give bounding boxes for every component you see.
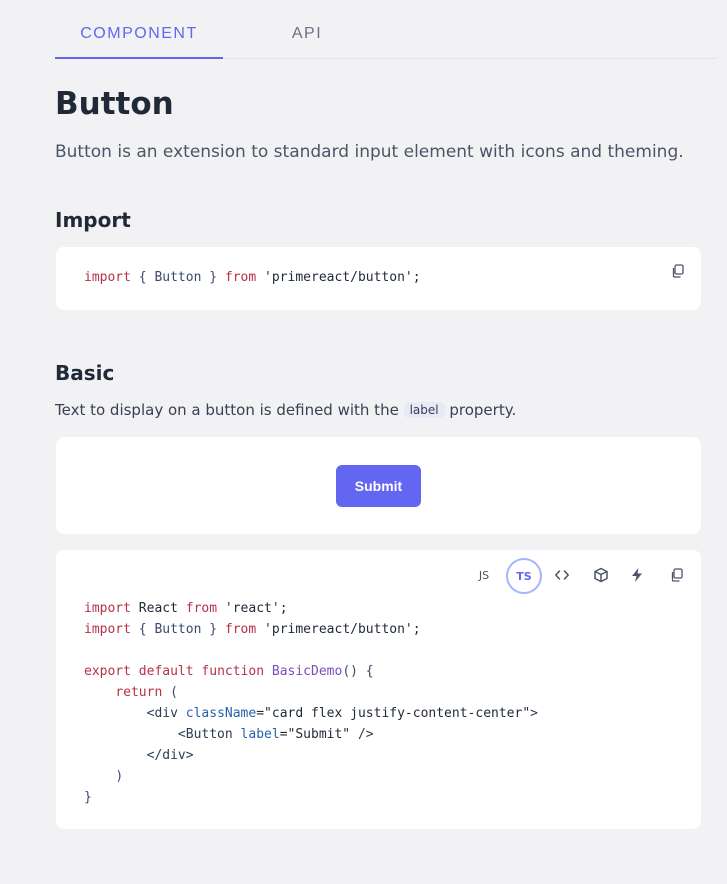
stackblitz-button[interactable] [620,558,654,592]
view-source-button[interactable] [545,558,579,592]
copy-code-button[interactable] [660,558,694,592]
demo-preview-card: Submit [56,437,701,534]
js-toggle-button[interactable]: JS [467,558,501,592]
tab-api[interactable]: API [223,0,391,58]
code-text: { Button } [130,270,225,285]
import-heading: Import [55,208,131,232]
box-icon [594,567,608,583]
demo-code-block: import React from 'react'; import { Butt… [84,601,538,805]
basic-desc-text: Text to display on a button is defined w… [55,401,404,419]
import-code-line: import { Button } from 'primereact/butto… [84,267,421,288]
code-keyword: import [84,270,131,285]
basic-description: Text to display on a button is defined w… [55,401,516,419]
inline-code-label: label [403,402,445,418]
import-code-card: import { Button } from 'primereact/butto… [56,247,701,310]
copy-icon [671,568,683,582]
ts-toggle-button[interactable]: TS [506,558,542,594]
basic-heading: Basic [55,361,115,385]
page-title: Button [55,86,174,122]
code-icon [555,570,569,580]
code-string: 'primereact/button'; [256,270,421,285]
copy-icon[interactable] [671,264,685,278]
demo-code-card: JS TS import React from 'react'; import … [56,550,701,829]
basic-desc-text: property. [444,401,517,419]
bolt-icon [632,568,642,582]
page: COMPONENT API Button Button is an extens… [0,0,727,884]
code-keyword: from [224,270,257,285]
tab-bar: COMPONENT API [55,0,717,59]
sandbox-button[interactable] [584,558,618,592]
page-description: Button is an extension to standard input… [55,142,684,162]
tab-component[interactable]: COMPONENT [55,0,223,59]
submit-button[interactable]: Submit [336,465,421,507]
